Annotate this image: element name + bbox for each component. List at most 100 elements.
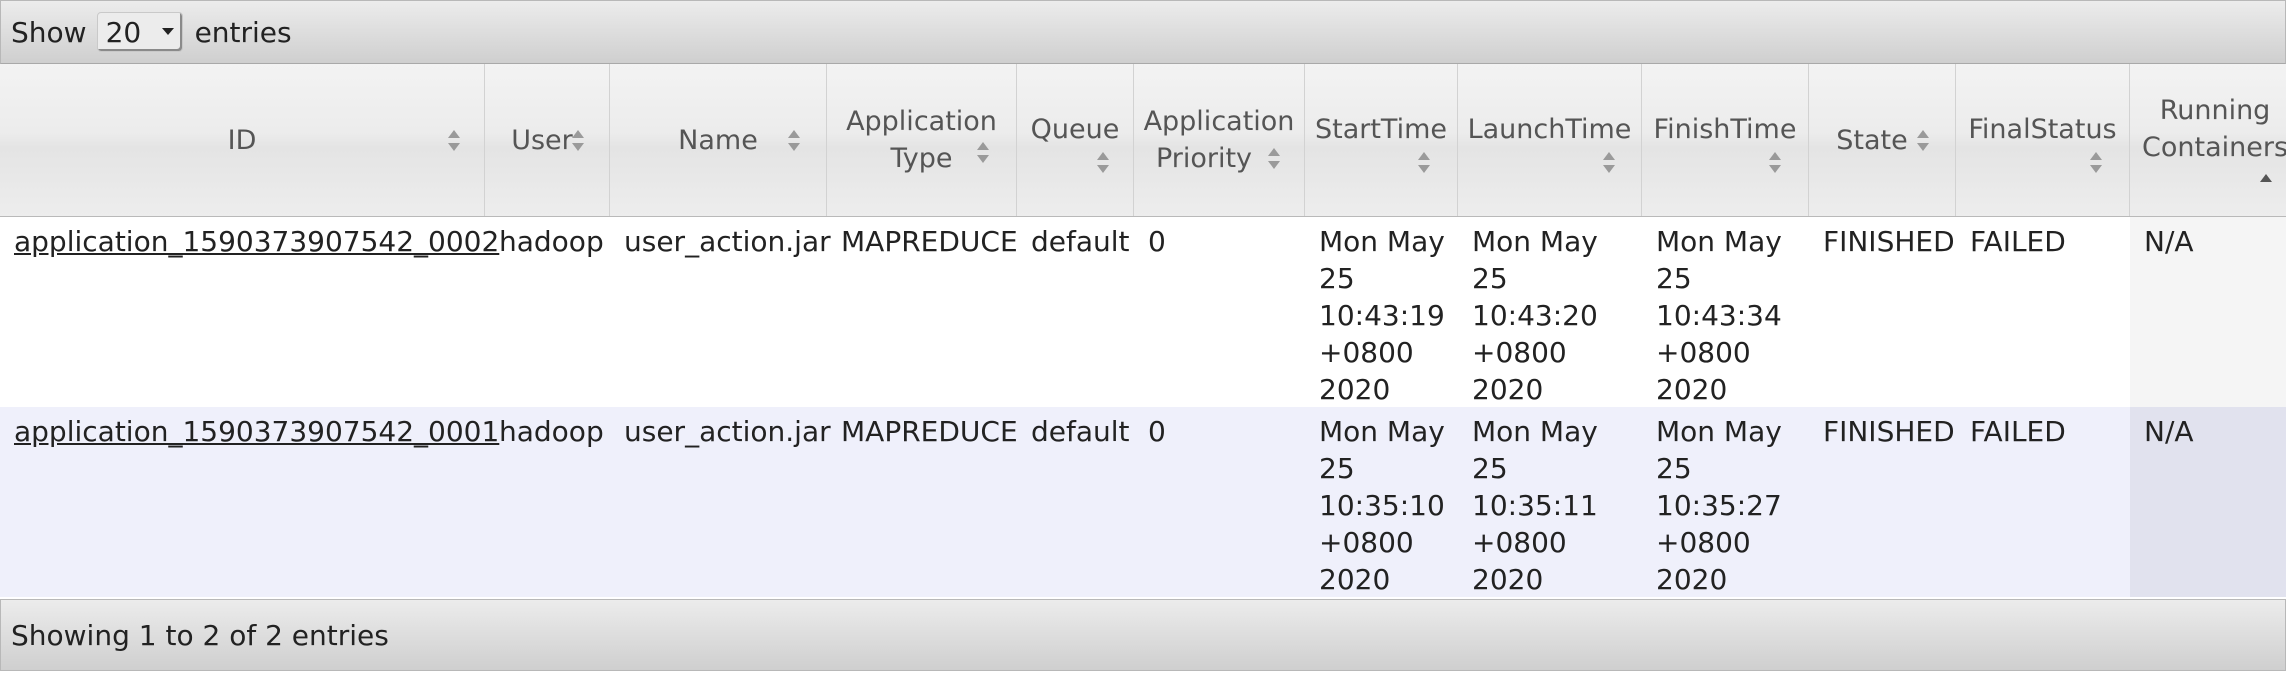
col-header-label: StartTime <box>1314 113 1448 145</box>
cell-finalstatus: FAILED <box>1970 415 2066 448</box>
sort-icon <box>448 130 460 154</box>
col-header-finishtime[interactable]: FinishTime <box>1642 64 1809 216</box>
sort-icon <box>1769 152 1781 176</box>
col-header-label: State <box>1836 124 1908 156</box>
col-header-running-containers[interactable]: Running Containers <box>2130 64 2286 216</box>
cell-launchtime: Mon May 25 10:43:20 +0800 2020 <box>1458 217 1642 407</box>
table-info-footer: Showing 1 to 2 of 2 entries <box>0 599 2286 671</box>
cell-starttime: Mon May 25 10:35:10 +0800 2020 <box>1305 407 1458 597</box>
time-part: 2020 <box>1472 373 1544 406</box>
time-part: 25 <box>1319 452 1355 485</box>
sort-icon <box>1097 152 1109 176</box>
col-header-queue[interactable]: Queue <box>1017 64 1134 216</box>
table-row: application_1590373907542_0002 hadoop us… <box>0 217 2286 407</box>
page-size-value: 20 <box>105 15 142 49</box>
time-part: 10:43:19 <box>1319 299 1445 332</box>
time-part: 10:35:27 <box>1656 489 1782 522</box>
time-part: 25 <box>1472 262 1508 295</box>
sort-asc-icon <box>2260 174 2272 198</box>
cell-running-containers: N/A <box>2130 217 2286 407</box>
cell-running-containers: N/A <box>2130 407 2286 597</box>
col-header-label: ID <box>227 124 257 156</box>
col-header-starttime[interactable]: StartTime <box>1305 64 1458 216</box>
time-part: 10:43:20 <box>1472 299 1598 332</box>
cell-finishtime: Mon May 25 10:35:27 +0800 2020 <box>1642 407 1809 597</box>
col-header-launchtime[interactable]: LaunchTime <box>1458 64 1642 216</box>
page-size-select[interactable]: 20 <box>96 12 183 52</box>
col-header-label: Name <box>678 124 758 156</box>
cell-queue: default <box>1031 225 1130 258</box>
cell-user: hadoop <box>499 415 604 448</box>
cell-id: application_1590373907542_0002 <box>0 217 499 407</box>
cell-name: user_action.jar <box>624 415 831 448</box>
application-id-link[interactable]: application_1590373907542_0002 <box>14 225 499 258</box>
cell-priority: 0 <box>1148 415 1166 448</box>
sort-icon <box>2090 152 2102 176</box>
show-label: Show <box>11 15 87 49</box>
cell-id: application_1590373907542_0001 <box>0 407 499 597</box>
sort-icon <box>1603 152 1615 176</box>
col-header-label: User <box>511 124 573 156</box>
col-header-label: FinishTime <box>1653 113 1797 145</box>
cell-finishtime: Mon May 25 10:43:34 +0800 2020 <box>1642 217 1809 407</box>
cell-name: user_action.jar <box>624 225 831 258</box>
cell-finalstatus: FAILED <box>1970 225 2066 258</box>
time-part: 25 <box>1656 262 1692 295</box>
sort-icon <box>1418 152 1430 176</box>
time-part: 2020 <box>1656 373 1728 406</box>
cell-type: MAPREDUCE <box>841 225 1018 258</box>
col-header-user[interactable]: User <box>485 64 610 216</box>
time-part: +0800 <box>1472 526 1567 559</box>
col-header-line: Priority <box>1155 143 1253 174</box>
col-header-id[interactable]: ID <box>0 64 485 216</box>
table-length-toolbar: Show 20 entries <box>0 0 2286 64</box>
application-id-link[interactable]: application_1590373907542_0001 <box>14 415 499 448</box>
time-part: +0800 <box>1472 336 1567 369</box>
col-header-label: Queue <box>1030 113 1120 145</box>
cell-user: hadoop <box>499 225 604 258</box>
col-header-line: Type <box>890 143 953 174</box>
time-part: Mon May <box>1656 225 1782 258</box>
time-part: 25 <box>1472 452 1508 485</box>
time-part: 10:35:10 <box>1319 489 1445 522</box>
sort-icon <box>977 142 989 166</box>
time-part: 10:35:11 <box>1472 489 1598 522</box>
sort-icon <box>788 130 800 154</box>
time-part: 10:43:34 <box>1656 299 1782 332</box>
col-header-name[interactable]: Name <box>610 64 827 216</box>
entries-label: entries <box>194 15 292 49</box>
sort-icon <box>1917 130 1929 154</box>
cell-state: FINISHED <box>1823 415 1955 448</box>
time-part: 2020 <box>1472 563 1544 596</box>
col-header-application-priority[interactable]: Application Priority <box>1134 64 1305 216</box>
sort-icon <box>572 130 584 154</box>
time-part: Mon May <box>1472 225 1598 258</box>
col-header-line: Running <box>2159 95 2271 126</box>
col-header-state[interactable]: State <box>1809 64 1956 216</box>
col-header-finalstatus[interactable]: FinalStatus <box>1956 64 2130 216</box>
cell-type: MAPREDUCE <box>841 415 1018 448</box>
time-part: +0800 <box>1319 526 1414 559</box>
time-part: Mon May <box>1319 225 1445 258</box>
cell-state: FINISHED <box>1823 225 1955 258</box>
cell-starttime: Mon May 25 10:43:19 +0800 2020 <box>1305 217 1458 407</box>
time-part: +0800 <box>1656 526 1751 559</box>
time-part: 25 <box>1656 452 1692 485</box>
col-header-line: Containers <box>2142 132 2286 163</box>
chevron-down-icon <box>161 28 174 35</box>
table-info-text: Showing 1 to 2 of 2 entries <box>11 618 389 652</box>
cell-priority: 0 <box>1148 225 1166 258</box>
time-part: Mon May <box>1319 415 1445 448</box>
applications-page: Show 20 entries ID User Name Application… <box>0 0 2286 674</box>
time-part: 2020 <box>1319 563 1391 596</box>
time-part: Mon May <box>1472 415 1598 448</box>
col-header-label: FinalStatus <box>1968 113 2117 145</box>
table-header: ID User Name Application Type Queue Appl… <box>0 64 2286 217</box>
col-header-line: Application <box>846 106 997 137</box>
cell-queue: default <box>1031 415 1130 448</box>
col-header-label: Running Containers <box>2142 92 2286 166</box>
col-header-label: LaunchTime <box>1467 113 1632 145</box>
sort-icon <box>1268 148 1280 172</box>
time-part: Mon May <box>1656 415 1782 448</box>
col-header-application-type[interactable]: Application Type <box>827 64 1017 216</box>
